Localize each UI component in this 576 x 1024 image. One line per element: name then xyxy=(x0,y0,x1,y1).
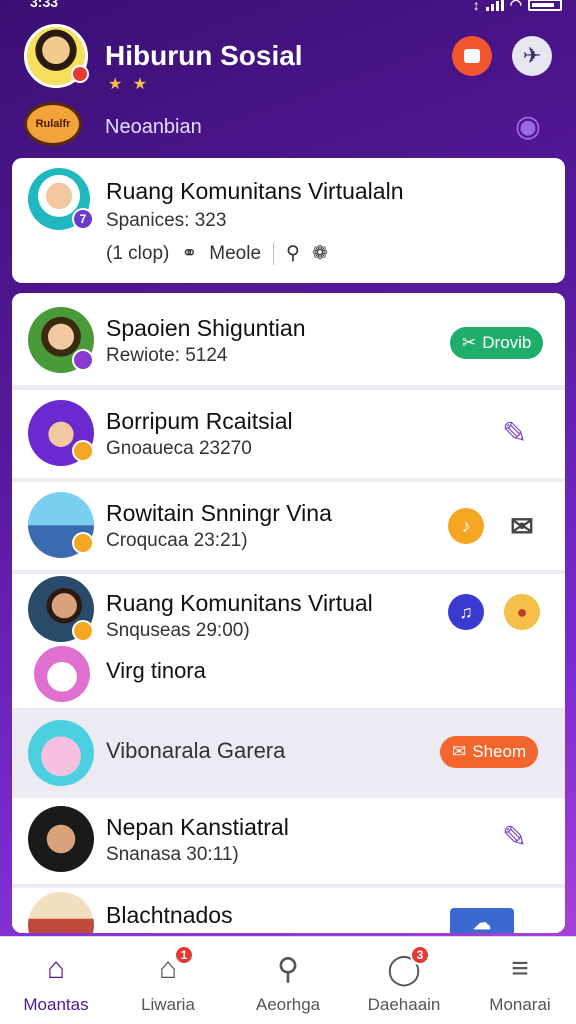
profile-avatar[interactable] xyxy=(24,24,89,88)
item-title: Blachtnados xyxy=(106,902,233,928)
link-icon: ⚭ xyxy=(181,243,198,264)
status-dot-icon xyxy=(72,532,94,554)
notification-icon: ↕ xyxy=(472,0,480,13)
item-subtitle: Gnoaueca 23270 xyxy=(106,438,252,459)
item-title: Nepan Kanstiatral xyxy=(106,814,289,840)
sticker-icon[interactable]: ● xyxy=(504,594,540,630)
item-subtitle: Snanasa 30:11) xyxy=(106,844,239,865)
chat-bubble-button[interactable] xyxy=(452,36,492,76)
notification-badge: 1 xyxy=(174,945,194,965)
item-avatar xyxy=(28,806,94,872)
brand-logo: Rulalfr xyxy=(24,102,82,146)
camera-button[interactable]: ◉ xyxy=(506,106,550,146)
status-bar: 3:33 ↕ ◠ xyxy=(0,0,576,16)
house-icon: ⌂ 1 xyxy=(148,945,194,989)
search-icon: ⚲ xyxy=(277,952,299,986)
item-avatar xyxy=(28,720,94,786)
paw-icon[interactable]: ❁ xyxy=(312,242,328,265)
status-dot-icon xyxy=(72,440,94,462)
media-thumbnail-icon[interactable]: ☁ xyxy=(450,908,514,933)
app-header: Hiburun Sosial ★ ★ ✈ Rulalfr Neoanbian ◉ xyxy=(0,18,576,158)
nav-label: Liwaria xyxy=(141,995,195,1014)
list-item[interactable]: Rowitain Snningr Vina Croqucaa 23:21) ♪ … xyxy=(12,482,565,570)
edit-icon[interactable]: ✎ xyxy=(502,820,527,855)
list-item[interactable]: Blachtnados ☁ xyxy=(12,888,565,933)
meta-divider xyxy=(273,242,275,265)
music-note-icon[interactable]: ♪ xyxy=(448,508,484,544)
item-avatar-secondary xyxy=(34,646,90,702)
item-title: Spaoien Shiguntian xyxy=(106,315,306,341)
item-subtitle: Croqucaa 23:21) xyxy=(106,530,248,551)
status-icons: ↕ ◠ xyxy=(473,0,562,13)
live-indicator-icon xyxy=(71,65,89,83)
community-meta: (1 clop) ⚭ Meole ⚲ ❁ xyxy=(106,242,328,265)
home-icon: ⌂ xyxy=(46,952,66,985)
nav-label: Monarai xyxy=(489,995,551,1014)
edit-icon[interactable]: ✎ xyxy=(502,416,527,451)
bottom-navigation: ⌂ Moantas ⌂ 1 Liwaria ⚲ Aeorhga ◯ 3 Daehaa… xyxy=(0,936,576,1024)
list-item[interactable]: Spaoien Shiguntian Rewiote: 5124 ✂ Drovi… xyxy=(12,293,565,385)
community-list: Spaoien Shiguntian Rewiote: 5124 ✂ Drovi… xyxy=(12,293,565,933)
meta-mode-label: Meole xyxy=(209,242,262,264)
item-title: Virg tinora xyxy=(106,658,206,683)
nav-item-menu[interactable]: ≡ Monarai xyxy=(470,949,570,1015)
item-subtitle: Rewiote: 5124 xyxy=(106,345,228,366)
mic-icon[interactable]: ⚲ xyxy=(286,242,300,265)
action-pill-label: Sheom xyxy=(472,742,527,761)
nav-label: Moantas xyxy=(23,995,89,1014)
list-item[interactable]: Ruang Komunitans Virtual Snquseas 29:00)… xyxy=(12,574,565,708)
item-title: Rowitain Snningr Vina xyxy=(106,500,332,526)
wifi-icon: ◠ xyxy=(509,0,522,12)
paper-plane-icon: ✈ xyxy=(522,43,542,68)
nav-item-home[interactable]: ⌂ Moantas xyxy=(6,949,106,1015)
member-count-badge: 7 xyxy=(72,208,94,230)
music-icon[interactable]: ♫ xyxy=(448,594,484,630)
action-pill-label: Drovib xyxy=(482,333,532,352)
nav-item-search[interactable]: ⚲ Aeorhga xyxy=(238,949,338,1015)
app-title: Hiburun Sosial xyxy=(105,40,303,71)
notification-badge: 3 xyxy=(410,945,430,965)
nav-item-liwaria[interactable]: ⌂ 1 Liwaria xyxy=(118,945,218,1015)
share-button[interactable]: ✈ xyxy=(512,36,552,76)
nav-label: Aeorhga xyxy=(255,995,321,1014)
action-pill-button[interactable]: ✉ Sheom xyxy=(440,736,539,768)
scissors-icon: ✂ xyxy=(462,333,477,352)
list-item[interactable]: Borripum Rcaitsial Gnoaueca 23270 ✎ xyxy=(12,390,565,478)
header-subtitle: Neoanbian xyxy=(105,116,202,138)
signal-icon xyxy=(485,0,504,11)
item-title: Vibonarala Garera xyxy=(106,738,286,763)
item-subtitle: Snquseas 29:00) xyxy=(106,620,250,641)
nav-label: Daehaain xyxy=(367,995,441,1014)
item-title: Ruang Komunitans Virtual xyxy=(106,590,373,616)
chat-icon: ◯ 3 xyxy=(384,945,430,989)
status-dot-icon xyxy=(72,620,94,642)
list-item[interactable]: Nepan Kanstiatral Snanasa 30:11) ✎ xyxy=(12,798,565,884)
featured-community-card[interactable]: 7 Ruang Komunitans Virtualaln Spanices: … xyxy=(12,158,565,283)
camera-icon: ◉ xyxy=(514,109,542,143)
item-title: Borripum Rcaitsial xyxy=(106,408,293,434)
menu-icon: ≡ xyxy=(511,952,529,985)
community-title: Ruang Komunitans Virtualaln xyxy=(106,178,404,204)
status-time: 3:33 xyxy=(30,0,59,10)
battery-icon xyxy=(528,0,562,11)
mail-icon[interactable]: ✉ xyxy=(504,508,540,544)
item-avatar xyxy=(28,892,94,933)
rating-stars: ★ ★ xyxy=(108,76,151,93)
nav-item-chat[interactable]: ◯ 3 Daehaain xyxy=(354,945,454,1015)
status-dot-icon xyxy=(72,349,94,371)
megaphone-icon: ✉ xyxy=(452,742,467,761)
meta-drop-label: (1 clop) xyxy=(106,242,170,264)
list-item[interactable]: Vibonarala Garera ✉ Sheom xyxy=(12,708,565,796)
community-subtitle: Spanices: 323 xyxy=(106,210,227,231)
action-pill-button[interactable]: ✂ Drovib xyxy=(450,327,544,359)
